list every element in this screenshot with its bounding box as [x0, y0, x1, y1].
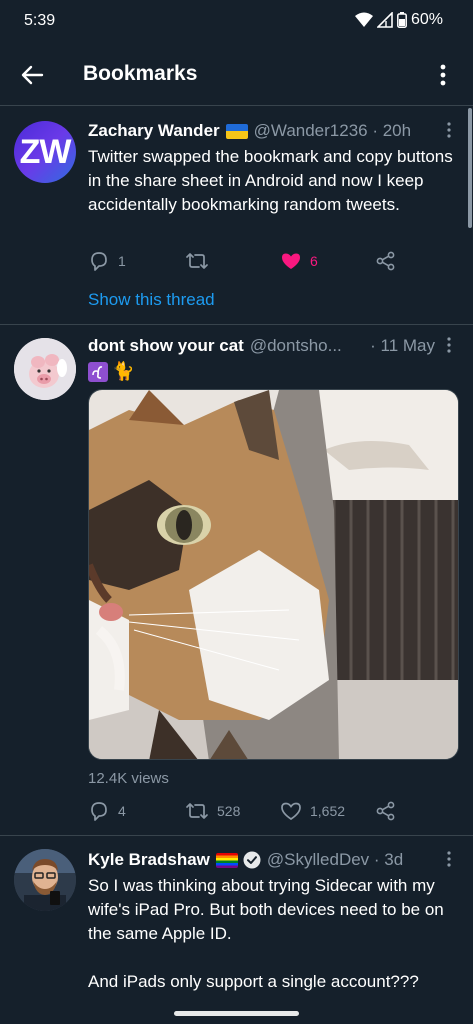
tweet[interactable]: dont show your cat @dontsho... · 11 May …	[0, 325, 473, 836]
tweet-media[interactable]	[88, 389, 459, 760]
tweet-text-emoji: 🐈	[112, 361, 135, 381]
reply-count: 1	[118, 253, 126, 269]
reply-icon	[91, 252, 107, 271]
like-count: 1,652	[310, 803, 346, 819]
tweet-menu-icon[interactable]	[443, 120, 455, 142]
display-name[interactable]: dont show your cat	[88, 336, 244, 356]
tweet-header: dont show your cat @dontsho...	[88, 335, 363, 357]
tweet[interactable]: Kyle Bradshaw @SkylledDev · 3d So I was …	[0, 836, 473, 1024]
handle-and-time[interactable]: @Wander1236 · 20h	[254, 121, 411, 141]
tweet-header: Kyle Bradshaw @SkylledDev · 3d	[88, 849, 433, 871]
tweet-menu-icon[interactable]	[443, 849, 455, 871]
retweet-icon	[186, 803, 208, 819]
tweet-text: So I was thinking about trying Sidecar w…	[88, 876, 444, 943]
tweet-text: Twitter swapped the bookmark and copy bu…	[88, 147, 453, 214]
reply-button[interactable]: 1	[88, 250, 126, 272]
avatar[interactable]: ZW	[14, 121, 76, 183]
tweet-text-paragraph: And iPads only support a single account?…	[88, 972, 419, 991]
rainbow-flag-icon	[215, 852, 238, 868]
status-time: 5:39	[24, 12, 56, 29]
share-icon	[376, 251, 395, 271]
wifi-icon	[354, 12, 373, 27]
back-arrow-icon[interactable]	[18, 61, 46, 89]
heart-filled-icon	[282, 253, 300, 269]
like-button[interactable]: 1,652	[280, 800, 345, 822]
like-button[interactable]: 6	[280, 250, 318, 272]
reply-count: 4	[118, 803, 126, 819]
share-button[interactable]	[375, 250, 397, 272]
retweet-button[interactable]	[185, 250, 209, 272]
reply-icon	[91, 802, 107, 821]
avatar[interactable]	[14, 849, 76, 911]
tweet-actions: 1 6	[88, 250, 453, 274]
share-icon	[376, 801, 395, 821]
home-indicator[interactable]	[174, 1011, 299, 1016]
app-header: Bookmarks	[0, 44, 473, 106]
avatar[interactable]	[14, 338, 76, 400]
more-vertical-icon[interactable]	[431, 61, 455, 89]
share-button[interactable]	[375, 800, 397, 822]
like-count: 6	[310, 253, 318, 269]
status-bar: 5:39 60%	[0, 0, 473, 44]
cat-photo	[89, 390, 458, 759]
heart-outline-icon	[281, 802, 301, 821]
cell-signal-icon	[376, 12, 393, 28]
leo-sign-icon	[88, 361, 108, 382]
reply-button[interactable]: 4	[88, 800, 126, 822]
status-icons: 60%	[354, 11, 443, 29]
retweet-icon	[186, 253, 208, 269]
show-thread-link[interactable]: Show this thread	[88, 290, 215, 310]
person-avatar-image	[14, 849, 76, 911]
tweet-actions: 4 528 1,652	[88, 800, 453, 824]
tweet[interactable]: ZW Zachary Wander @Wander1236 · 20h Twit…	[0, 107, 473, 325]
ukraine-flag-icon	[225, 123, 248, 139]
verified-badge-icon	[243, 851, 261, 869]
retweet-count: 528	[217, 803, 241, 819]
tweet-text: 🐈	[88, 361, 134, 382]
page-title: Bookmarks	[83, 62, 198, 85]
battery-icon	[397, 12, 407, 28]
tweet-menu-icon[interactable]	[443, 335, 455, 357]
pig-avatar-image	[14, 338, 76, 400]
tweet-header: Zachary Wander @Wander1236 · 20h	[88, 120, 433, 142]
tweet-time[interactable]: · 11 May	[370, 335, 435, 357]
retweet-button[interactable]: 528	[185, 800, 240, 822]
view-count: 12.4K views	[88, 770, 169, 787]
display-name[interactable]: Kyle Bradshaw	[88, 850, 210, 870]
handle[interactable]: @dontsho...	[250, 336, 342, 356]
battery-percent: 60%	[410, 11, 443, 28]
avatar-initials: ZW	[19, 132, 72, 171]
handle-and-time[interactable]: @SkylledDev · 3d	[267, 850, 403, 870]
display-name[interactable]: Zachary Wander	[88, 121, 220, 141]
